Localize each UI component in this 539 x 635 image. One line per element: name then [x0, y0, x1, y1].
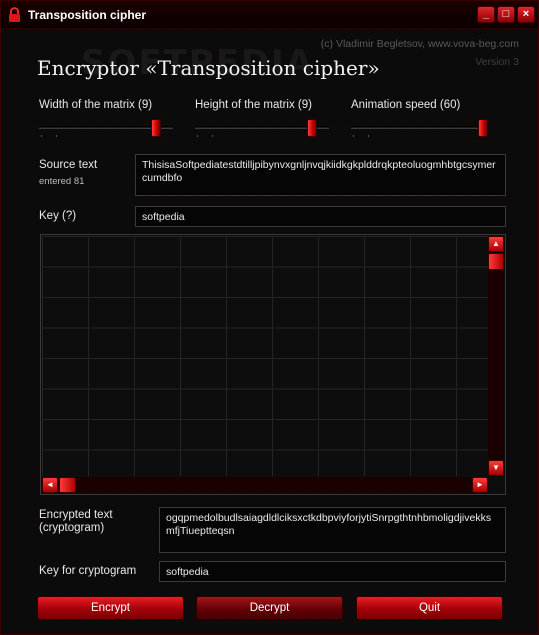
slider-tick	[368, 135, 369, 137]
scroll-corner	[488, 477, 504, 493]
crypto-key-label: Key for cryptogram	[39, 565, 137, 577]
slider-thumb[interactable]	[307, 119, 317, 137]
page-title: Encryptor «Transposition cipher»	[37, 56, 380, 80]
minimize-button[interactable]: _	[477, 6, 495, 23]
scroll-down-button[interactable]: ▼	[488, 460, 504, 476]
app-window: Transposition cipher _ □ × SOFTPEDIA (c)…	[0, 0, 539, 635]
close-button[interactable]: ×	[517, 6, 535, 23]
source-text-label: Source text	[39, 159, 98, 171]
encrypt-button[interactable]: Encrypt	[37, 596, 184, 620]
vertical-scrollbar[interactable]: ▲ ▼	[488, 236, 504, 476]
window-title: Transposition cipher	[28, 8, 147, 22]
slider-tick	[212, 135, 213, 137]
maximize-button[interactable]: □	[497, 6, 515, 23]
matrix-height-slider[interactable]	[195, 119, 335, 139]
crypto-key-input[interactable]: softpedia	[159, 561, 506, 582]
animation-speed-slider[interactable]	[351, 119, 491, 139]
scroll-left-button[interactable]: ◄	[42, 477, 58, 493]
slider-track	[351, 126, 485, 129]
source-count-label: entered 81	[39, 176, 85, 187]
slider-tick	[353, 135, 354, 137]
cipher-matrix[interactable]: ▲ ▼ ◄ ►	[40, 234, 506, 495]
slider-tick	[56, 135, 57, 137]
title-bar[interactable]: Transposition cipher _ □ ×	[1, 1, 538, 29]
slider-tick	[197, 135, 198, 137]
horizontal-scroll-thumb[interactable]	[59, 477, 76, 493]
matrix-width-label: Width of the matrix (9)	[39, 99, 153, 111]
source-text-input[interactable]: ThisisaSoftpediatestdtilljpibynvxgnljnvq…	[135, 154, 506, 196]
encrypted-text-output[interactable]: ogqpmedolbudlsaiagdldlciksxctkdbpviyforj…	[159, 507, 506, 553]
slider-tick	[41, 135, 42, 137]
scroll-right-button[interactable]: ►	[472, 477, 488, 493]
vertical-scroll-thumb[interactable]	[488, 253, 504, 270]
lock-icon	[9, 7, 20, 22]
copyright-text: (c) Vladimir Begletsov, www.vova-beg.com	[320, 38, 519, 50]
scroll-up-button[interactable]: ▲	[488, 236, 504, 252]
slider-thumb[interactable]	[151, 119, 161, 137]
matrix-width-slider[interactable]	[39, 119, 179, 139]
matrix-grid	[42, 236, 488, 476]
key-label: Key (?)	[39, 210, 77, 222]
key-input[interactable]: softpedia	[135, 206, 506, 227]
slider-thumb[interactable]	[478, 119, 488, 137]
matrix-height-label: Height of the matrix (9)	[195, 99, 312, 111]
version-text: Version 3	[475, 56, 519, 68]
encrypted-text-label: Encrypted text (cryptogram)	[39, 509, 113, 534]
quit-button[interactable]: Quit	[356, 596, 503, 620]
decrypt-button[interactable]: Decrypt	[196, 596, 343, 620]
animation-speed-label: Animation speed (60)	[351, 99, 461, 111]
horizontal-scrollbar[interactable]: ◄ ►	[42, 477, 488, 493]
